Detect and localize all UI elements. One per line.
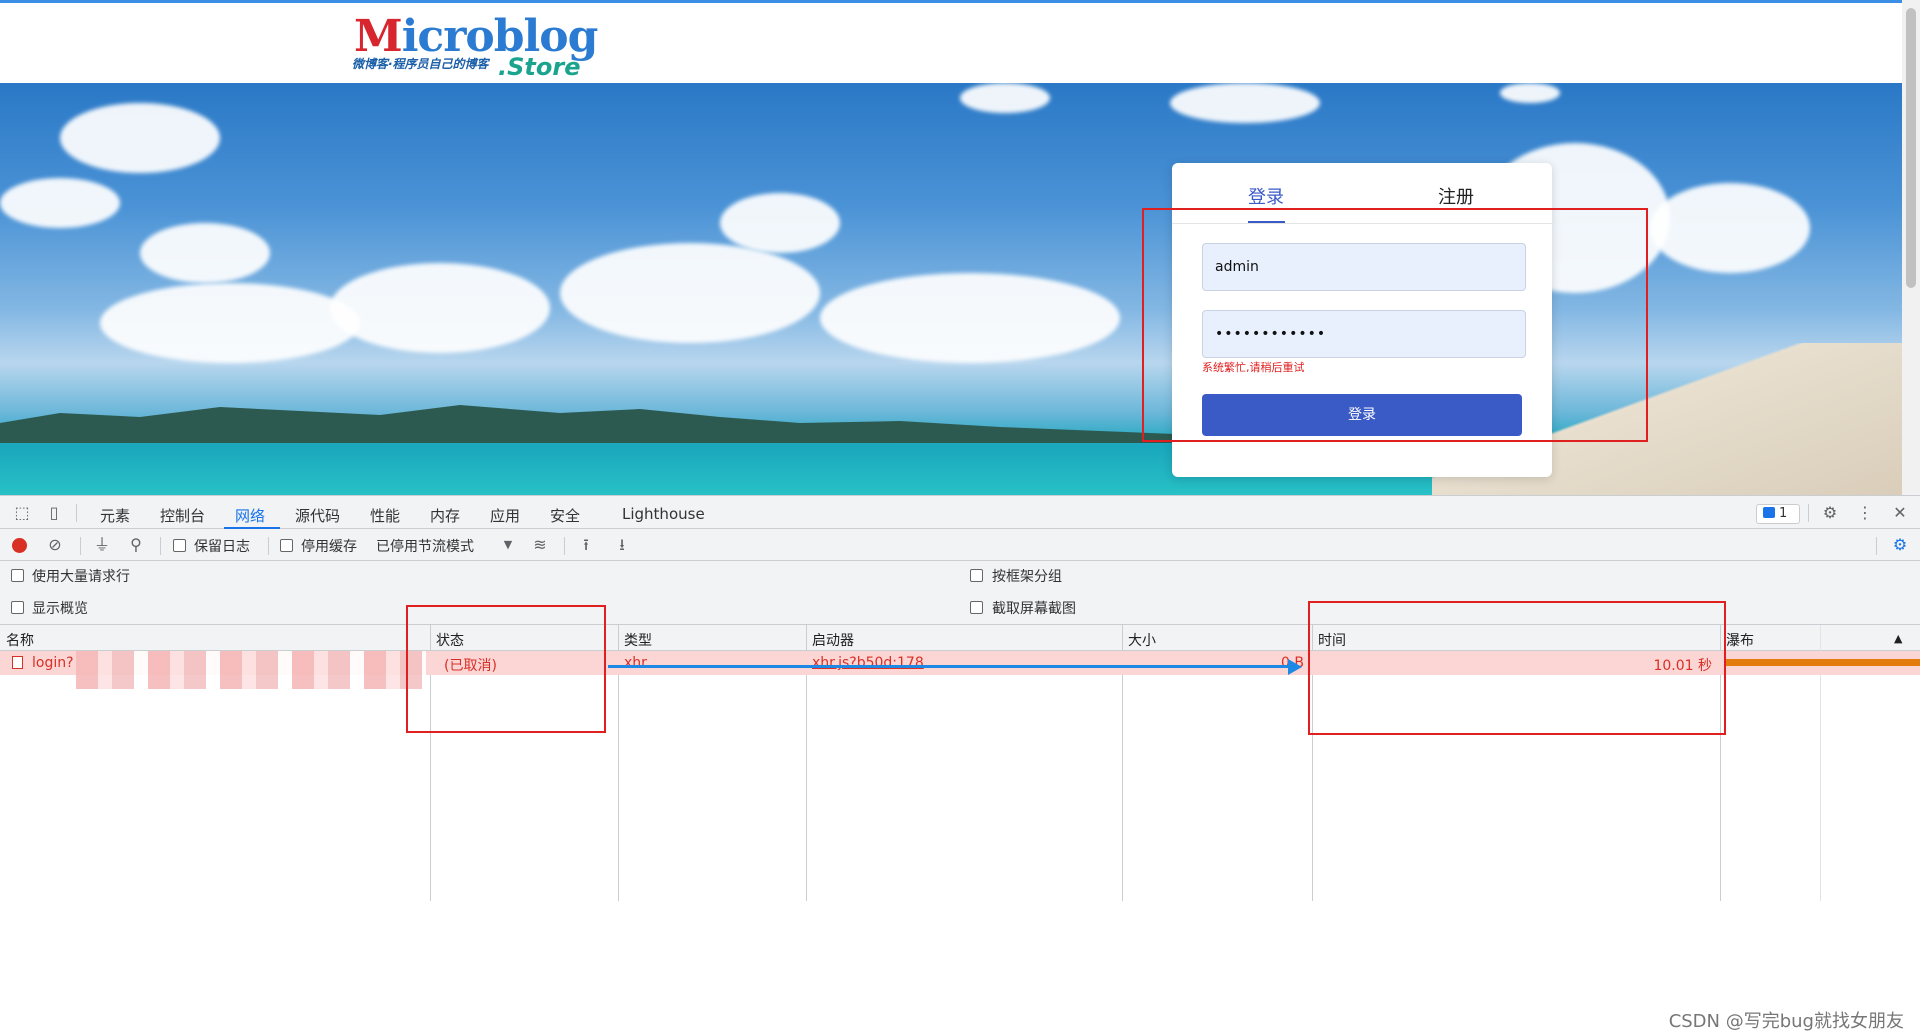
devtools-tab-sources[interactable]: 源代码 xyxy=(295,505,340,526)
devtools-main-toolbar: ⬚ ▯ 元素 控制台 网络 源代码 性能 内存 应用 安全 Lighthouse… xyxy=(0,495,1920,529)
mountains-silhouette xyxy=(0,405,1200,443)
sort-ascending-icon[interactable]: ▲ xyxy=(1894,632,1902,645)
network-conditions-icon[interactable]: ≋ xyxy=(530,535,550,555)
import-har-icon[interactable]: ⭱ xyxy=(576,535,596,555)
preserve-log-checkbox[interactable] xyxy=(173,539,186,552)
logo-store: .Store xyxy=(498,53,581,81)
toolbar-separator xyxy=(80,537,81,555)
large-rows-checkbox[interactable] xyxy=(11,569,24,582)
issues-badge[interactable]: 1 xyxy=(1756,504,1800,524)
message-icon xyxy=(1763,507,1775,518)
request-type: xhr xyxy=(624,655,647,671)
devtools-tab-performance[interactable]: 性能 xyxy=(370,505,400,526)
group-by-frame-checkbox[interactable] xyxy=(970,569,983,582)
dropdown-arrow-icon[interactable]: ▼ xyxy=(498,535,518,555)
column-header-name[interactable]: 名称 xyxy=(6,630,34,650)
request-name[interactable]: login? xyxy=(32,655,74,671)
filter-icon[interactable]: ⏚ xyxy=(92,535,112,555)
devtools-tab-network[interactable]: 网络 xyxy=(235,505,265,526)
document-icon xyxy=(12,656,23,669)
network-toolbar: ⊘ ⏚ ⚲ 保留日志 停用缓存 已停用节流模式 ▼ ≋ ⭱ ⭳ ⚙ xyxy=(0,529,1920,561)
toolbar-separator xyxy=(1808,504,1809,522)
throttling-select[interactable]: 已停用节流模式 xyxy=(376,536,474,556)
toolbar-separator xyxy=(160,537,161,555)
disable-cache-checkbox[interactable] xyxy=(280,539,293,552)
site-logo[interactable]: Microblog 微博客·程序员自己的博客 .Store xyxy=(352,11,598,81)
close-devtools-icon[interactable]: ✕ xyxy=(1890,503,1910,523)
annotation-box-status xyxy=(406,605,606,733)
toolbar-separator xyxy=(76,504,77,522)
toolbar-separator xyxy=(564,537,565,555)
large-rows-label: 使用大量请求行 xyxy=(32,569,130,585)
clear-icon[interactable]: ⊘ xyxy=(45,535,65,555)
annotation-box-time xyxy=(1308,601,1726,735)
devtools-tab-console[interactable]: 控制台 xyxy=(160,505,205,526)
column-header-initiator[interactable]: 启动器 xyxy=(812,630,854,650)
search-icon[interactable]: ⚲ xyxy=(126,535,146,555)
devtools-tab-application[interactable]: 应用 xyxy=(490,505,520,526)
devtools-tab-memory[interactable]: 内存 xyxy=(430,505,460,526)
tab-register[interactable]: 注册 xyxy=(1438,183,1474,209)
issues-count: 1 xyxy=(1779,506,1788,521)
show-overview-label: 显示概览 xyxy=(32,601,88,617)
site-header: Microblog 微博客·程序员自己的博客 .Store xyxy=(0,3,1902,83)
devtools-tab-security[interactable]: 安全 xyxy=(550,505,580,526)
capture-screenshots-checkbox[interactable] xyxy=(970,601,983,614)
preserve-log-label: 保留日志 xyxy=(194,539,250,555)
csdn-watermark: CSDN @写完bug就找女朋友 xyxy=(1668,1011,1904,1032)
column-header-type[interactable]: 类型 xyxy=(624,630,652,650)
toolbar-separator xyxy=(1876,537,1877,555)
annotation-arrow-head xyxy=(1288,659,1302,675)
waterfall-bar xyxy=(1726,659,1920,666)
settings-gear-icon[interactable]: ⚙ xyxy=(1820,503,1840,523)
disable-cache-label: 停用缓存 xyxy=(301,539,357,555)
device-toolbar-icon[interactable]: ▯ xyxy=(44,503,64,523)
record-button[interactable] xyxy=(12,538,27,553)
group-by-frame-label: 按框架分组 xyxy=(992,569,1062,585)
annotation-box-login-form xyxy=(1142,208,1648,442)
column-header-waterfall[interactable]: 瀑布 xyxy=(1726,630,1754,650)
devtools-tab-elements[interactable]: 元素 xyxy=(100,505,130,526)
devtools-tab-lighthouse[interactable]: Lighthouse xyxy=(622,505,705,523)
network-settings-gear-icon[interactable]: ⚙ xyxy=(1890,535,1910,555)
export-har-icon[interactable]: ⭳ xyxy=(612,535,632,555)
column-header-size[interactable]: 大小 xyxy=(1128,630,1156,650)
request-initiator-link[interactable]: xhr.js?b50d:178 xyxy=(812,655,924,671)
show-overview-checkbox[interactable] xyxy=(11,601,24,614)
inspect-element-icon[interactable]: ⬚ xyxy=(12,503,32,523)
page-scrollbar-thumb[interactable] xyxy=(1906,8,1916,288)
capture-screenshots-label: 截取屏幕截图 xyxy=(992,601,1076,617)
logo-tagline: 微博客·程序员自己的博客 xyxy=(352,57,489,71)
tab-login[interactable]: 登录 xyxy=(1248,183,1284,209)
annotation-arrow xyxy=(608,665,1294,668)
more-options-icon[interactable]: ⋮ xyxy=(1855,503,1875,523)
toolbar-separator xyxy=(268,537,269,555)
redacted-url-mosaic xyxy=(76,651,426,689)
